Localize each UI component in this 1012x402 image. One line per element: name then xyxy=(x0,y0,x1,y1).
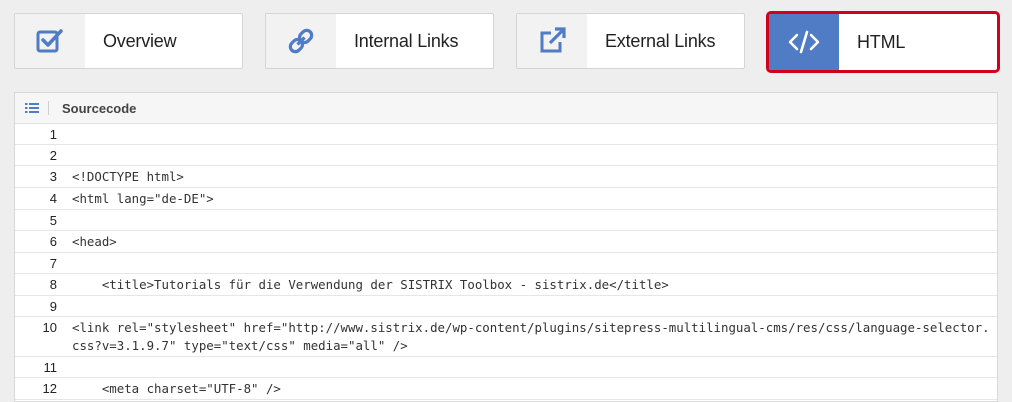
link-icon xyxy=(266,14,336,68)
line-number: 11 xyxy=(43,360,58,375)
line-number: 10 xyxy=(42,320,57,335)
line-code xyxy=(57,296,997,316)
code-line: 4 <html lang="de-DE"> xyxy=(15,188,997,210)
line-code xyxy=(57,124,997,144)
tab-internal-links[interactable]: Internal Links xyxy=(265,13,494,69)
line-code: <html lang="de-DE"> xyxy=(72,191,214,206)
panel-header: Sourcecode xyxy=(15,93,997,124)
code-line: 8 <title>Tutorials für die Verwendung de… xyxy=(15,274,997,296)
line-number: 5 xyxy=(49,213,57,228)
panel-title: Sourcecode xyxy=(62,100,137,116)
external-link-icon xyxy=(517,14,587,68)
tab-html[interactable]: HTML xyxy=(766,11,1000,73)
code-line: 2 xyxy=(15,145,997,166)
line-code xyxy=(57,210,997,230)
line-number: 3 xyxy=(49,169,57,184)
line-code xyxy=(57,145,997,165)
line-code: <!DOCTYPE html> xyxy=(72,169,184,184)
code-line: 9 xyxy=(15,296,997,317)
code-line: 12 <meta charset="UTF-8" /> xyxy=(15,378,997,400)
tab-label: External Links xyxy=(605,30,716,51)
line-code xyxy=(57,357,997,377)
line-number: 2 xyxy=(49,148,57,163)
tab-external-links[interactable]: External Links xyxy=(516,13,745,69)
line-number: 8 xyxy=(49,277,57,292)
tab-label: HTML xyxy=(857,31,906,52)
line-number: 1 xyxy=(49,127,57,142)
checkbox-icon xyxy=(15,14,85,68)
sourcecode-panel: Sourcecode 1 2 3 <!DOCTYPE html> 4 <html lang… xyxy=(14,92,998,402)
line-code: <title>Tutorials für die Verwendung der … xyxy=(72,277,669,292)
code-line: 10 <link rel="stylesheet" href="http://ww… xyxy=(15,317,997,357)
tab-label: Overview xyxy=(103,30,177,51)
code-line: 7 xyxy=(15,253,997,274)
code-line: 3 <!DOCTYPE html> xyxy=(15,166,997,188)
line-number: 9 xyxy=(49,299,57,314)
source-lines: 1 2 3 <!DOCTYPE html> 4 <html lang="de-DE"> 5 6… xyxy=(15,124,997,400)
line-code: <head> xyxy=(72,234,117,249)
code-icon xyxy=(769,14,839,70)
tab-overview[interactable]: Overview xyxy=(14,13,243,69)
line-code: <link rel="stylesheet" href="http://www.… xyxy=(72,320,990,353)
list-icon xyxy=(15,93,49,123)
code-line: 11 xyxy=(15,357,997,378)
line-number: 6 xyxy=(49,234,57,249)
code-line: 6 <head> xyxy=(15,231,997,253)
code-line: 1 xyxy=(15,124,997,145)
tab-label: Internal Links xyxy=(354,30,459,51)
line-number: 4 xyxy=(49,191,57,206)
line-code xyxy=(57,253,997,273)
code-line: 5 xyxy=(15,210,997,231)
line-number: 7 xyxy=(49,256,57,271)
